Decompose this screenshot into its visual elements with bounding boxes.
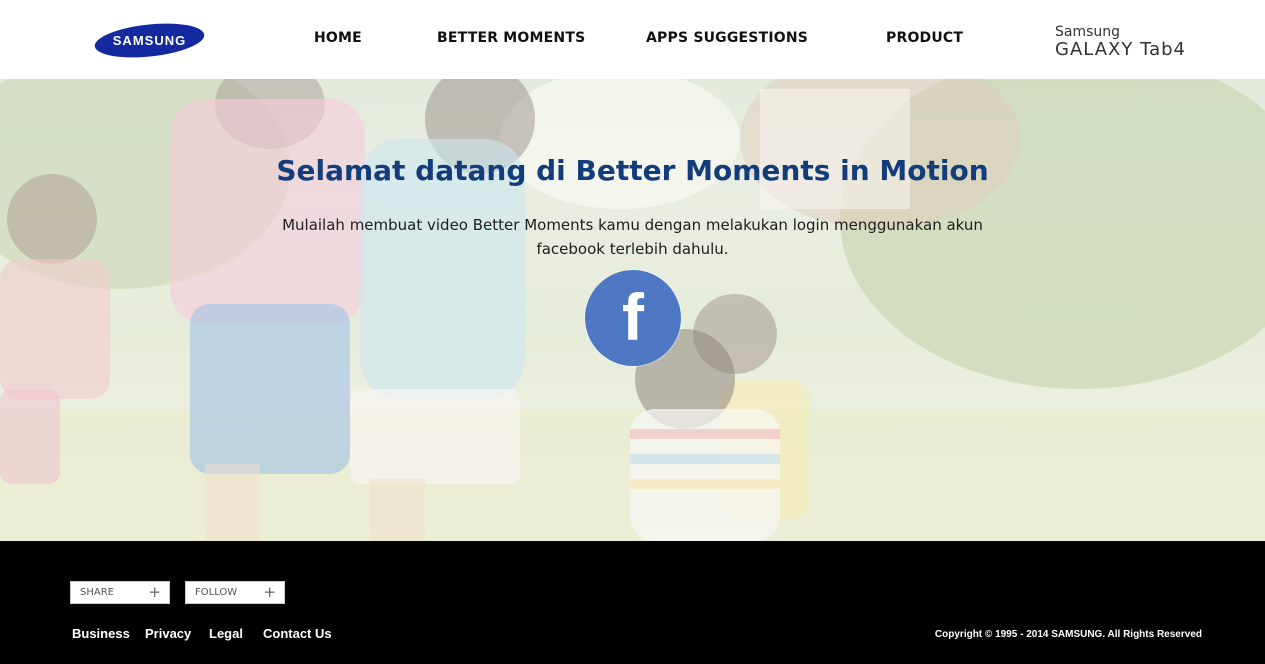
copyright-text: Copyright © 1995 - 2014 SAMSUNG. All Rig… (934, 629, 1202, 640)
follow-label: FOLLOW (195, 587, 238, 598)
samsung-logo-text: SAMSUNG (113, 33, 186, 48)
nav-better-moments[interactable]: BETTER MOMENTS (437, 30, 585, 46)
nav-apps-suggestions[interactable]: APPS SUGGESTIONS (646, 30, 808, 46)
share-label: SHARE (80, 587, 114, 598)
samsung-logo[interactable]: SAMSUNG (94, 22, 205, 59)
hero-description: Mulailah membuat video Better Moments ka… (282, 216, 983, 258)
facebook-icon: f (622, 280, 644, 354)
galaxy-tab4-logo-line1: Samsung (1055, 24, 1121, 40)
plus-icon: + (148, 583, 161, 601)
nav-home[interactable]: HOME (314, 30, 362, 46)
footer-link-privacy[interactable]: Privacy (145, 626, 191, 641)
facebook-login-button[interactable]: f (585, 270, 681, 366)
footer-link-business[interactable]: Business (72, 626, 130, 641)
plus-icon: + (263, 583, 276, 601)
nav-product[interactable]: PRODUCT (886, 30, 963, 46)
follow-button[interactable]: FOLLOW + (185, 581, 285, 604)
galaxy-tab4-logo[interactable]: Samsung GALAXY Tab4 (1055, 24, 1186, 60)
site-footer: SHARE + FOLLOW + Business Privacy Legal … (0, 541, 1265, 664)
share-button[interactable]: SHARE + (70, 581, 170, 604)
footer-link-contact-us[interactable]: Contact Us (263, 626, 332, 641)
hero-title: Selamat datang di Better Moments in Moti… (276, 154, 989, 187)
galaxy-tab4-logo-line2: GALAXY Tab4 (1055, 39, 1186, 60)
site-header: SAMSUNG HOME BETTER MOMENTS APPS SUGGEST… (0, 0, 1265, 79)
hero-banner: Selamat datang di Better Moments in Moti… (0, 79, 1265, 541)
footer-link-legal[interactable]: Legal (209, 626, 243, 641)
